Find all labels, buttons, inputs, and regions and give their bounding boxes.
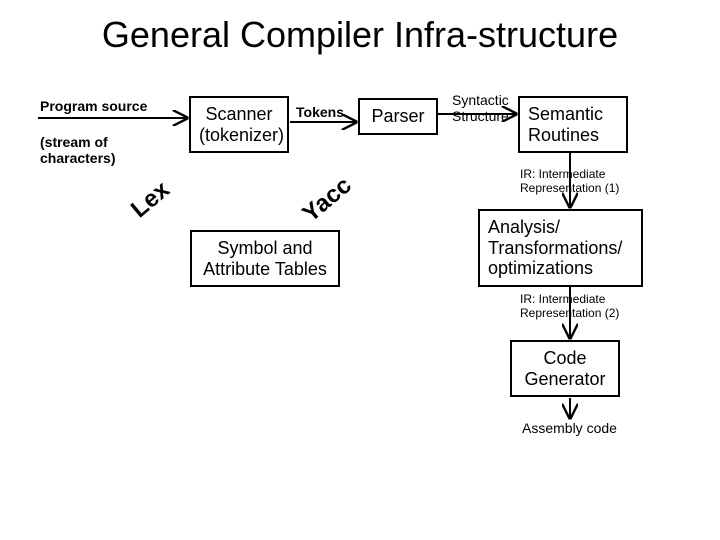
box-semantic-routines: Semantic Routines xyxy=(518,96,628,153)
label-program-source: Program source xyxy=(40,98,147,114)
box-parser: Parser xyxy=(358,98,438,135)
box-symbol-attribute-tables: Symbol and Attribute Tables xyxy=(190,230,340,287)
label-lex: Lex xyxy=(126,176,176,224)
box-analysis-transformations: Analysis/ Transformations/ optimizations xyxy=(478,209,643,287)
label-ir2: IR: Intermediate Representation (2) xyxy=(520,293,619,321)
label-tokens: Tokens xyxy=(296,104,344,120)
label-syntactic-structure: Syntactic Structure xyxy=(452,92,509,124)
label-ir1: IR: Intermediate Representation (1) xyxy=(520,168,619,196)
box-code-generator: Code Generator xyxy=(510,340,620,397)
label-yacc: Yacc xyxy=(297,172,357,229)
box-scanner: Scanner (tokenizer) xyxy=(189,96,289,153)
label-stream-of-characters: (stream of characters) xyxy=(40,134,116,166)
diagram-title: General Compiler Infra-structure xyxy=(0,14,720,56)
label-assembly-code: Assembly code xyxy=(522,420,617,436)
